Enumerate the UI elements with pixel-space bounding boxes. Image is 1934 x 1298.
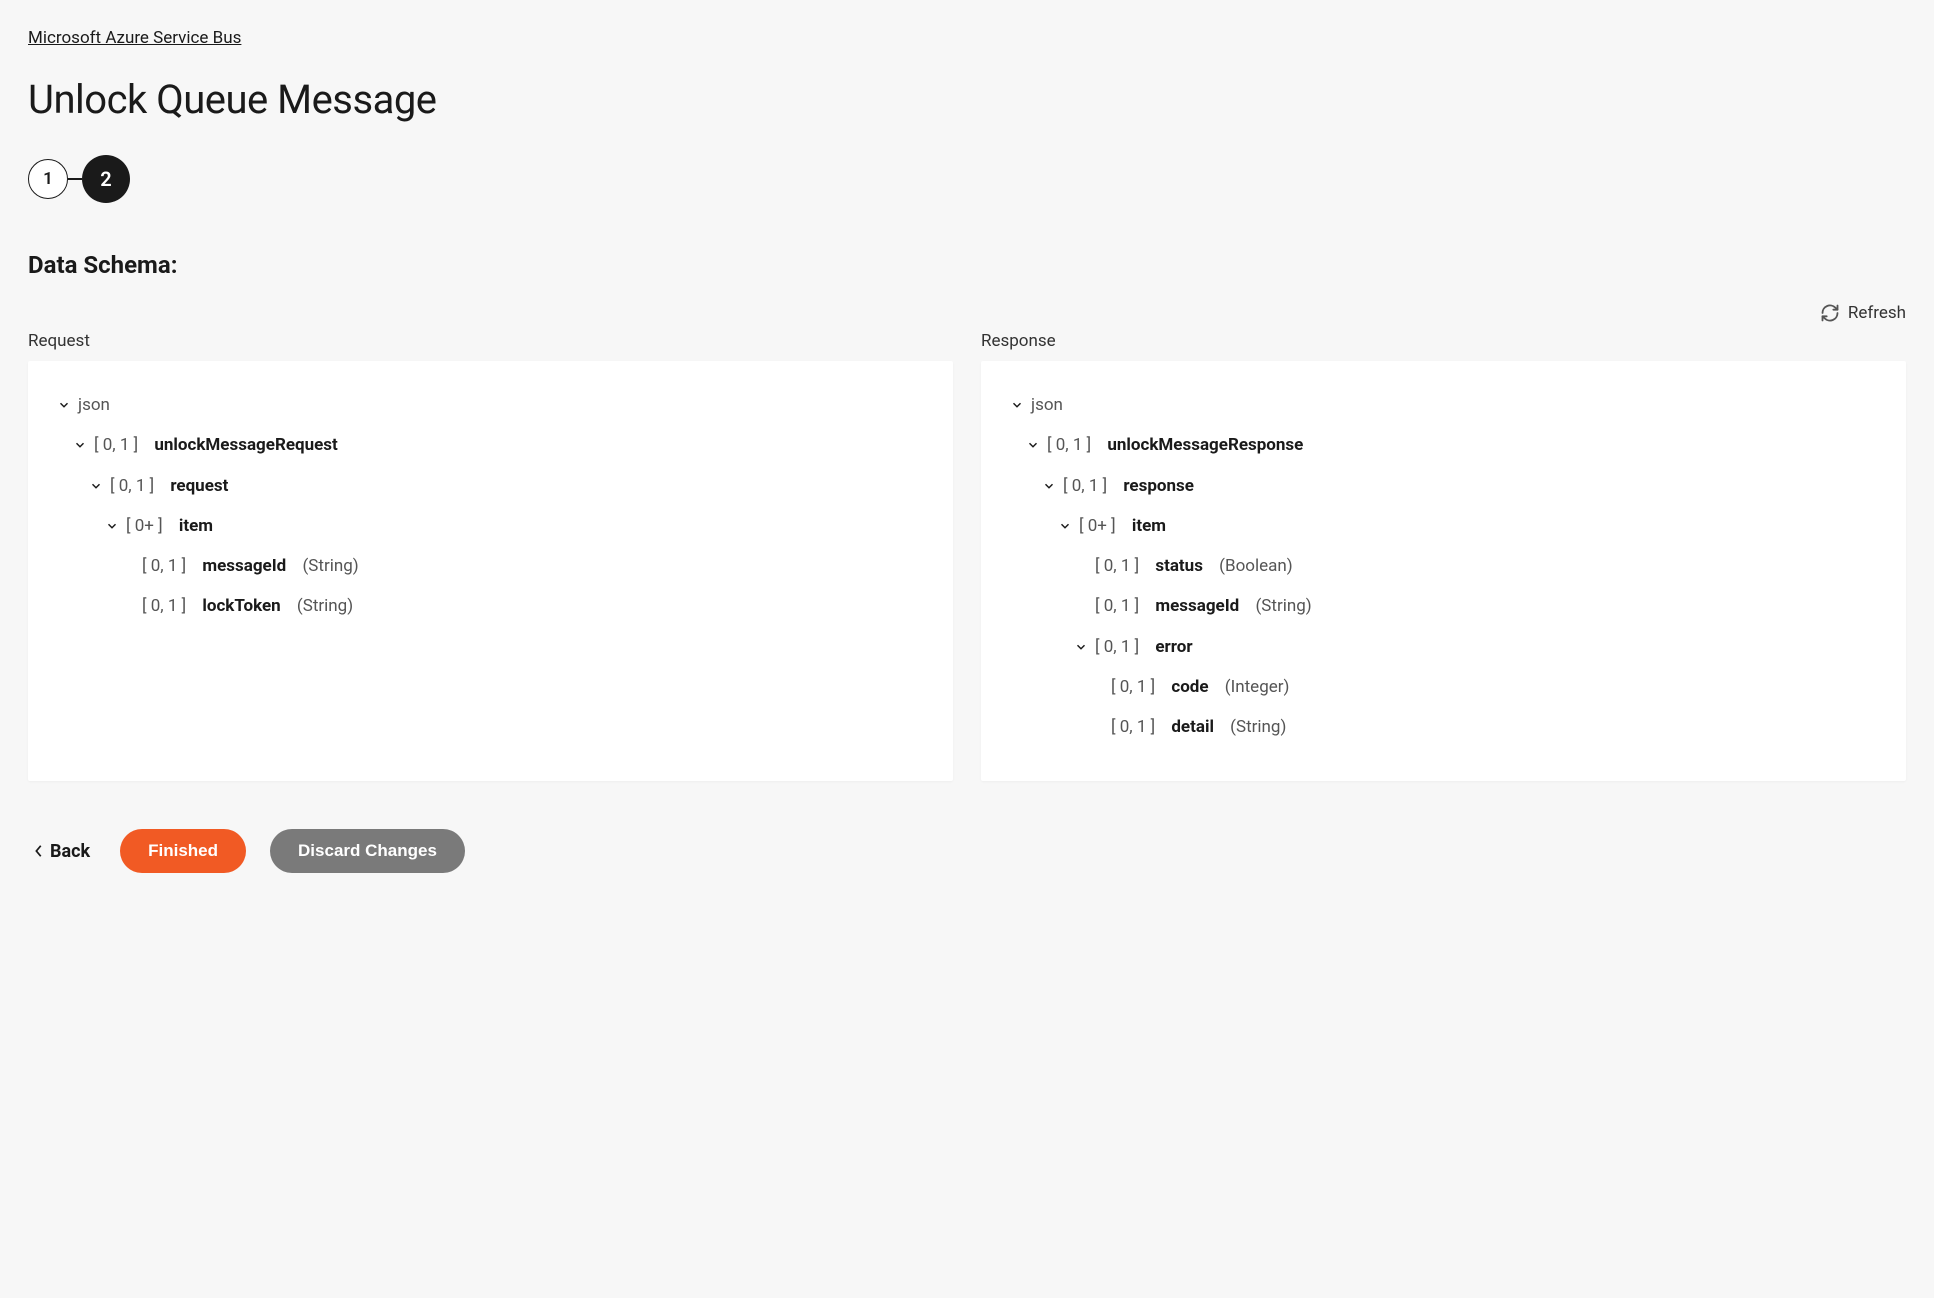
field-name: detail — [1171, 711, 1214, 743]
discard-changes-button[interactable]: Discard Changes — [270, 829, 465, 873]
step-1[interactable]: 1 — [28, 159, 68, 199]
chevron-down-icon[interactable] — [1025, 437, 1041, 453]
field-name: code — [1171, 671, 1208, 703]
field-name: messageId — [1155, 590, 1239, 622]
breadcrumb-link[interactable]: Microsoft Azure Service Bus — [28, 28, 241, 48]
field-name: error — [1155, 631, 1192, 663]
chevron-down-icon[interactable] — [1041, 478, 1057, 494]
field-name: item — [179, 510, 213, 542]
section-title: Data Schema: — [28, 251, 1906, 279]
step-connector — [68, 178, 82, 180]
tree-row[interactable]: [ 0, 1 ] response — [1009, 466, 1878, 506]
chevron-down-icon[interactable] — [72, 437, 88, 453]
field-name: request — [170, 470, 228, 502]
tree-row[interactable]: [ 0+ ] item — [1009, 506, 1878, 546]
cardinality: [ 0, 1 ] — [1063, 470, 1107, 502]
cardinality: [ 0+ ] — [126, 510, 163, 542]
cardinality: [ 0, 1 ] — [1111, 711, 1155, 743]
request-panel: json [ 0, 1 ] unlockMessageRequest [ 0, … — [28, 361, 953, 781]
node-label: json — [1031, 389, 1063, 421]
cardinality: [ 0, 1 ] — [1095, 631, 1139, 663]
stepper: 1 2 — [28, 155, 1906, 203]
field-type: (Integer) — [1225, 671, 1290, 703]
field-name: item — [1132, 510, 1166, 542]
finished-button[interactable]: Finished — [120, 829, 246, 873]
field-name: status — [1155, 550, 1203, 582]
page-title: Unlock Queue Message — [28, 76, 1906, 123]
tree-row[interactable]: [ 0+ ] item — [56, 506, 925, 546]
request-header: Request — [28, 331, 953, 351]
response-column: Response json [ 0, 1 ] unlockMessageResp… — [981, 331, 1906, 781]
tree-row[interactable]: [ 0, 1 ] code (Integer) — [1009, 667, 1878, 707]
node-label: json — [78, 389, 110, 421]
chevron-down-icon[interactable] — [88, 478, 104, 494]
tree-row[interactable]: [ 0, 1 ] lockToken (String) — [56, 586, 925, 626]
step-2[interactable]: 2 — [82, 155, 130, 203]
chevron-down-icon[interactable] — [1073, 639, 1089, 655]
response-header: Response — [981, 331, 1906, 351]
refresh-label: Refresh — [1848, 303, 1906, 323]
chevron-down-icon[interactable] — [1009, 397, 1025, 413]
refresh-icon — [1820, 303, 1840, 323]
back-label: Back — [50, 841, 90, 862]
tree-row[interactable]: [ 0, 1 ] unlockMessageRequest — [56, 425, 925, 465]
field-name: messageId — [202, 550, 286, 582]
cardinality: [ 0, 1 ] — [110, 470, 154, 502]
cardinality: [ 0, 1 ] — [142, 550, 186, 582]
field-name: unlockMessageRequest — [154, 429, 337, 461]
cardinality: [ 0, 1 ] — [1095, 590, 1139, 622]
tree-row[interactable]: [ 0, 1 ] messageId (String) — [56, 546, 925, 586]
field-type: (String) — [302, 550, 358, 582]
tree-row[interactable]: [ 0, 1 ] detail (String) — [1009, 707, 1878, 747]
tree-row[interactable]: [ 0, 1 ] error — [1009, 627, 1878, 667]
back-button[interactable]: Back — [28, 841, 96, 862]
tree-row-json[interactable]: json — [1009, 385, 1878, 425]
response-panel: json [ 0, 1 ] unlockMessageResponse [ 0,… — [981, 361, 1906, 781]
chevron-left-icon — [34, 844, 44, 858]
tree-row[interactable]: [ 0, 1 ] status (Boolean) — [1009, 546, 1878, 586]
footer-actions: Back Finished Discard Changes — [28, 829, 1906, 873]
refresh-button[interactable]: Refresh — [28, 303, 1906, 323]
tree-row[interactable]: [ 0, 1 ] unlockMessageResponse — [1009, 425, 1878, 465]
chevron-down-icon[interactable] — [104, 518, 120, 534]
cardinality: [ 0, 1 ] — [94, 429, 138, 461]
chevron-down-icon[interactable] — [1057, 518, 1073, 534]
field-type: (String) — [297, 590, 353, 622]
chevron-down-icon[interactable] — [56, 397, 72, 413]
field-name: response — [1123, 470, 1194, 502]
tree-row-json[interactable]: json — [56, 385, 925, 425]
field-type: (String) — [1255, 590, 1311, 622]
request-column: Request json [ 0, 1 ] unlockMessageReque… — [28, 331, 953, 781]
cardinality: [ 0, 1 ] — [1047, 429, 1091, 461]
cardinality: [ 0, 1 ] — [142, 590, 186, 622]
tree-row[interactable]: [ 0, 1 ] messageId (String) — [1009, 586, 1878, 626]
tree-row[interactable]: [ 0, 1 ] request — [56, 466, 925, 506]
cardinality: [ 0, 1 ] — [1111, 671, 1155, 703]
field-name: lockToken — [202, 590, 280, 622]
field-name: unlockMessageResponse — [1107, 429, 1303, 461]
cardinality: [ 0+ ] — [1079, 510, 1116, 542]
cardinality: [ 0, 1 ] — [1095, 550, 1139, 582]
field-type: (String) — [1230, 711, 1286, 743]
field-type: (Boolean) — [1219, 550, 1293, 582]
